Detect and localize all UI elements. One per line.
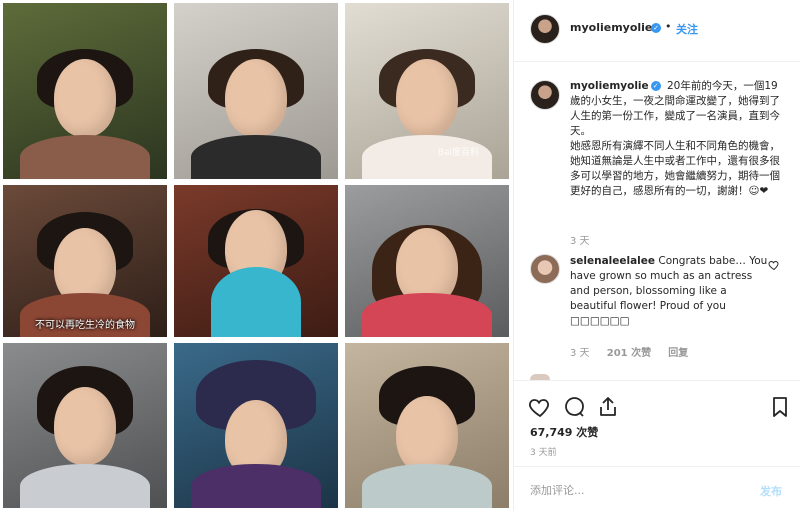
caption-body-2: 她感恩所有演繹不同人生和不同角色的機會，她知道無論是人生中或者工作中，還有很多很…: [570, 140, 780, 197]
photo-grid[interactable]: Bai度百科 不可以再吃生冷的食物: [0, 0, 512, 511]
author-avatar[interactable]: [530, 14, 560, 44]
clothing-shape: [191, 464, 321, 508]
post-date[interactable]: 3 天前: [530, 445, 557, 458]
comment-meta: 3 天 201 次赞 回复: [570, 344, 702, 359]
clothing-shape: [20, 464, 150, 508]
face-shape: [54, 386, 116, 465]
photo-tile-5: [174, 185, 338, 337]
verified-icon: ✓: [651, 23, 661, 33]
comment-likes-count[interactable]: 201 次赞: [607, 348, 651, 359]
follow-button[interactable]: 关注: [676, 21, 698, 37]
photo-tile-7: [3, 343, 167, 508]
clothing-shape: [362, 464, 492, 508]
separator-dot: •: [665, 20, 672, 33]
comment-text: selenaleelalee Congrats babe… You have g…: [570, 254, 768, 329]
photo-tile-2: [174, 3, 338, 179]
post-header: myoliemyolie ✓ • 关注: [514, 0, 800, 62]
clothing-shape: [362, 293, 492, 337]
photo-tile-4: 不可以再吃生冷的食物: [3, 185, 167, 337]
comment-timestamp[interactable]: 3 天: [570, 348, 590, 359]
clothing-shape: [20, 135, 150, 179]
add-comment-bar: 发布: [514, 466, 800, 511]
clothing-shape: [211, 267, 301, 337]
photo-tile-8: [174, 343, 338, 508]
face-shape: [54, 59, 116, 138]
photo-watermark: Bai度百科: [437, 148, 479, 158]
post-comment-button[interactable]: 发布: [760, 483, 782, 499]
author-username[interactable]: myoliemyolie: [570, 21, 652, 34]
share-icon[interactable]: [596, 395, 620, 419]
clothing-shape: [191, 135, 321, 179]
bookmark-icon[interactable]: [768, 395, 792, 419]
commenter-avatar[interactable]: [530, 254, 560, 284]
photo-tile-9: [345, 343, 509, 508]
face-shape: [225, 59, 287, 138]
video-subtitle: 不可以再吃生冷的食物: [35, 320, 135, 331]
comment-like-heart-icon[interactable]: [768, 259, 780, 271]
post-side-panel: myoliemyolie ✓ • 关注 myoliemyolie ✓ 20年前的今…: [513, 0, 800, 511]
photo-tile-6: [345, 185, 509, 337]
likes-count[interactable]: 67,749 次赞: [530, 424, 598, 440]
next-comment-peek: [530, 372, 790, 380]
comments-scroll-area[interactable]: myoliemyolie ✓ 20年前的今天，一個19歲的小女生，一夜之間命運改變…: [514, 62, 800, 380]
face-shape: [396, 396, 458, 475]
caption-text: myoliemyolie ✓ 20年前的今天，一個19歲的小女生，一夜之間命運改變…: [570, 79, 788, 199]
comment-input[interactable]: [530, 480, 740, 500]
caption-timestamp[interactable]: 3 天: [570, 232, 590, 247]
comment-reply-button[interactable]: 回复: [668, 348, 688, 359]
face-shape: [396, 59, 458, 138]
photo-tile-1: [3, 3, 167, 179]
comment-icon[interactable]: [562, 395, 586, 419]
caption-username[interactable]: myoliemyolie: [570, 80, 649, 92]
commenter-username[interactable]: selenaleelalee: [570, 255, 655, 267]
verified-icon: ✓: [650, 81, 661, 91]
caption-author-avatar[interactable]: [530, 80, 560, 110]
photo-tile-3: Bai度百科: [345, 3, 509, 179]
heart-icon[interactable]: [528, 395, 552, 419]
